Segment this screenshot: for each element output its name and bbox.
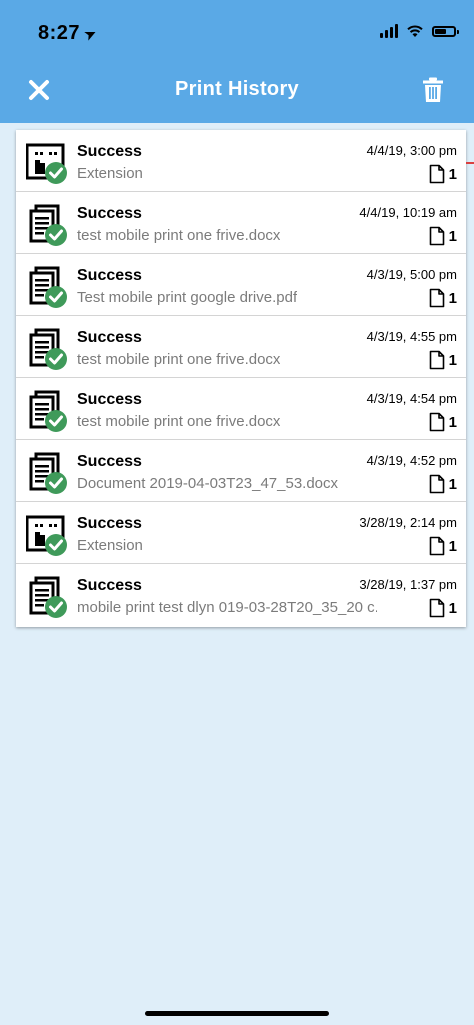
job-status: Success: [77, 577, 142, 594]
print-job-row[interactable]: Success test mobile print one frive.docx…: [16, 378, 466, 440]
trash-icon[interactable]: [422, 77, 444, 103]
job-name: Extension: [77, 537, 143, 554]
job-status: Success: [77, 143, 142, 160]
print-job-row[interactable]: Success test mobile print one frive.docx…: [16, 316, 466, 378]
print-job-row[interactable]: Success Document 2019-04-03T23_47_53.doc…: [16, 440, 466, 502]
document-job-icon: [29, 266, 67, 308]
job-page-count: 1: [429, 164, 457, 184]
extension-job-icon: [26, 515, 67, 556]
cellular-signal-icon: [380, 24, 398, 38]
job-name: Document 2019-04-03T23_47_53.docx: [77, 475, 339, 492]
print-job-row[interactable]: Success Extension 3/28/19, 2:14 pm 1: [16, 502, 466, 564]
annotation-mark: [466, 162, 474, 164]
job-name: test mobile print one frive.docx: [77, 351, 281, 368]
job-date: 3/28/19, 1:37 pm: [359, 577, 457, 592]
page-icon: [429, 226, 444, 246]
page-icon: [429, 412, 444, 432]
document-job-icon: [29, 452, 67, 494]
page-count: 1: [448, 351, 457, 369]
status-time: 8:27➤: [38, 22, 101, 45]
page-icon: [429, 288, 444, 308]
page-count: 1: [448, 599, 457, 617]
wifi-icon: [407, 25, 423, 37]
job-name: test mobile print one frive.docx: [77, 227, 281, 244]
job-page-count: 1: [429, 350, 457, 370]
job-status: Success: [77, 329, 142, 346]
page-count: 1: [448, 413, 457, 431]
job-page-count: 1: [429, 536, 457, 556]
print-job-row[interactable]: Success mobile print test dlyn 019-03-28…: [16, 564, 466, 627]
job-page-count: 1: [429, 474, 457, 494]
home-indicator[interactable]: [145, 1011, 329, 1016]
page-icon: [429, 164, 444, 184]
print-job-row[interactable]: Success test mobile print one frive.docx…: [16, 192, 466, 254]
status-indicators: [380, 24, 459, 38]
job-page-count: 1: [429, 288, 457, 308]
print-history-list: Success Extension 4/4/19, 3:00 pm 1 Succ…: [16, 130, 466, 627]
print-job-row[interactable]: Success Extension 4/4/19, 3:00 pm 1: [16, 130, 466, 192]
job-name: Test mobile print google drive.pdf: [77, 289, 298, 306]
job-date: 3/28/19, 2:14 pm: [359, 515, 457, 530]
page-count: 1: [448, 475, 457, 493]
extension-job-icon: [26, 143, 67, 184]
document-job-icon: [29, 576, 67, 618]
job-date: 4/3/19, 4:52 pm: [366, 453, 457, 468]
job-status: Success: [77, 205, 142, 222]
page-count: 1: [448, 537, 457, 555]
battery-icon: [432, 25, 459, 37]
nav-bar: Print History: [0, 60, 474, 123]
job-date: 4/3/19, 4:55 pm: [366, 329, 457, 344]
job-page-count: 1: [429, 226, 457, 246]
status-time-text: 8:27: [38, 22, 81, 44]
job-status: Success: [77, 515, 142, 532]
page-icon: [429, 350, 444, 370]
job-date: 4/3/19, 5:00 pm: [366, 267, 457, 282]
job-name: test mobile print one frive.docx: [77, 413, 281, 430]
status-bar: 8:27➤: [0, 0, 474, 60]
document-job-icon: [29, 390, 67, 432]
job-page-count: 1: [429, 598, 457, 618]
page-icon: [429, 598, 444, 618]
location-arrow-icon: ➤: [81, 23, 101, 45]
job-status: Success: [77, 391, 142, 408]
document-job-icon: [29, 328, 67, 370]
page-count: 1: [448, 165, 457, 183]
job-date: 4/4/19, 10:19 am: [359, 205, 457, 220]
job-status: Success: [77, 453, 142, 470]
job-name: mobile print test dlyn 019-03-28T20_35_2…: [77, 599, 377, 616]
page-count: 1: [448, 289, 457, 307]
page-count: 1: [448, 227, 457, 245]
job-page-count: 1: [429, 412, 457, 432]
print-job-row[interactable]: Success Test mobile print google drive.p…: [16, 254, 466, 316]
job-date: 4/4/19, 3:00 pm: [366, 143, 457, 158]
job-date: 4/3/19, 4:54 pm: [366, 391, 457, 406]
job-name: Extension: [77, 165, 143, 182]
document-job-icon: [29, 204, 67, 246]
page-icon: [429, 536, 444, 556]
page-title: Print History: [175, 78, 299, 100]
job-status: Success: [77, 267, 142, 284]
page-icon: [429, 474, 444, 494]
